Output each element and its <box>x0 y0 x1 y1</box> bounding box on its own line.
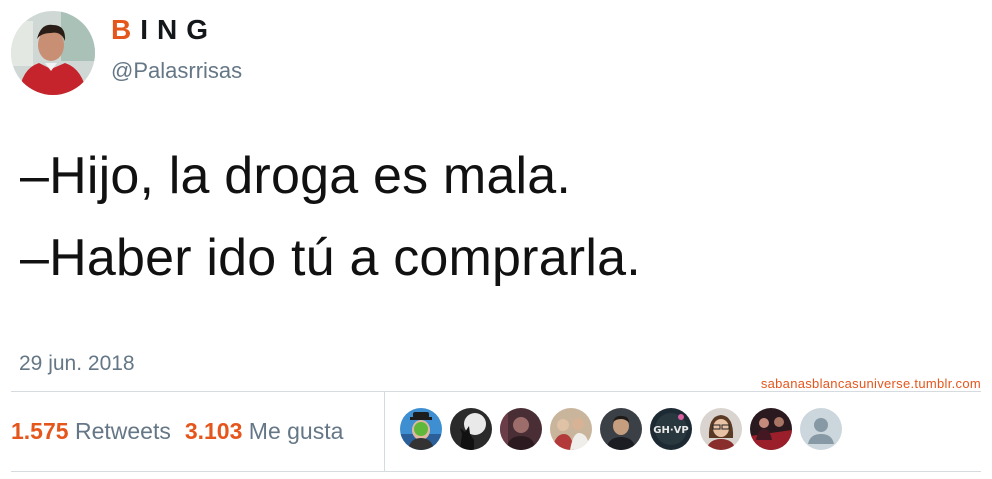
liker-avatar[interactable] <box>400 408 442 450</box>
liker-avatar[interactable] <box>800 408 842 450</box>
woman-glasses-avatar-icon <box>700 408 742 450</box>
profile-photo-icon <box>11 11 95 95</box>
tweet-text-line-1: –Hijo, la droga es mala. <box>20 147 572 205</box>
display-name-initial: B <box>111 14 141 45</box>
display-name-rest: ING <box>140 14 218 45</box>
watermark: sabanasblancasuniverse.tumblr.com <box>760 376 981 391</box>
divider-bottom <box>11 471 981 472</box>
red-scene-avatar-icon <box>750 408 792 450</box>
liker-avatar[interactable] <box>600 408 642 450</box>
group-photo-avatar-icon <box>550 408 592 450</box>
magritte-apple-avatar-icon <box>400 408 442 450</box>
likes-count: 3.103 <box>184 418 243 444</box>
divider-top <box>11 391 981 392</box>
man-portrait-avatar-icon <box>600 408 642 450</box>
user-handle[interactable]: @Palasrrisas <box>111 58 242 84</box>
retweets-stat[interactable]: 1.575 Retweets <box>11 418 171 444</box>
display-name[interactable]: B ING <box>111 14 217 46</box>
likes-label: Me gusta <box>248 418 344 444</box>
tweet-stats: 1.575 Retweets 3.103 Me gusta <box>11 418 343 445</box>
likers-list: GH·VP <box>400 408 842 450</box>
liker-avatar[interactable] <box>750 408 792 450</box>
howling-wolf-avatar-icon <box>450 408 492 450</box>
retweets-label: Retweets <box>74 418 171 444</box>
liker-avatar[interactable] <box>500 408 542 450</box>
tweet-date[interactable]: 29 jun. 2018 <box>19 352 135 376</box>
liker-avatar[interactable] <box>450 408 492 450</box>
liker-avatar[interactable] <box>550 408 592 450</box>
profile-avatar[interactable] <box>11 11 95 95</box>
liker-avatar[interactable] <box>700 408 742 450</box>
likes-stat[interactable]: 3.103 Me gusta <box>185 418 344 444</box>
default-user-avatar-icon <box>800 408 842 450</box>
svg-text:GH·VP: GH·VP <box>653 425 688 436</box>
stats-divider <box>384 392 385 471</box>
dark-portrait-avatar-icon <box>500 408 542 450</box>
tweet-text-line-2: –Haber ido tú a comprarla. <box>20 229 641 287</box>
gh-vip-logo-avatar-icon: GH·VP <box>650 408 692 450</box>
liker-avatar[interactable]: GH·VP <box>650 408 692 450</box>
retweets-count: 1.575 <box>11 418 69 444</box>
